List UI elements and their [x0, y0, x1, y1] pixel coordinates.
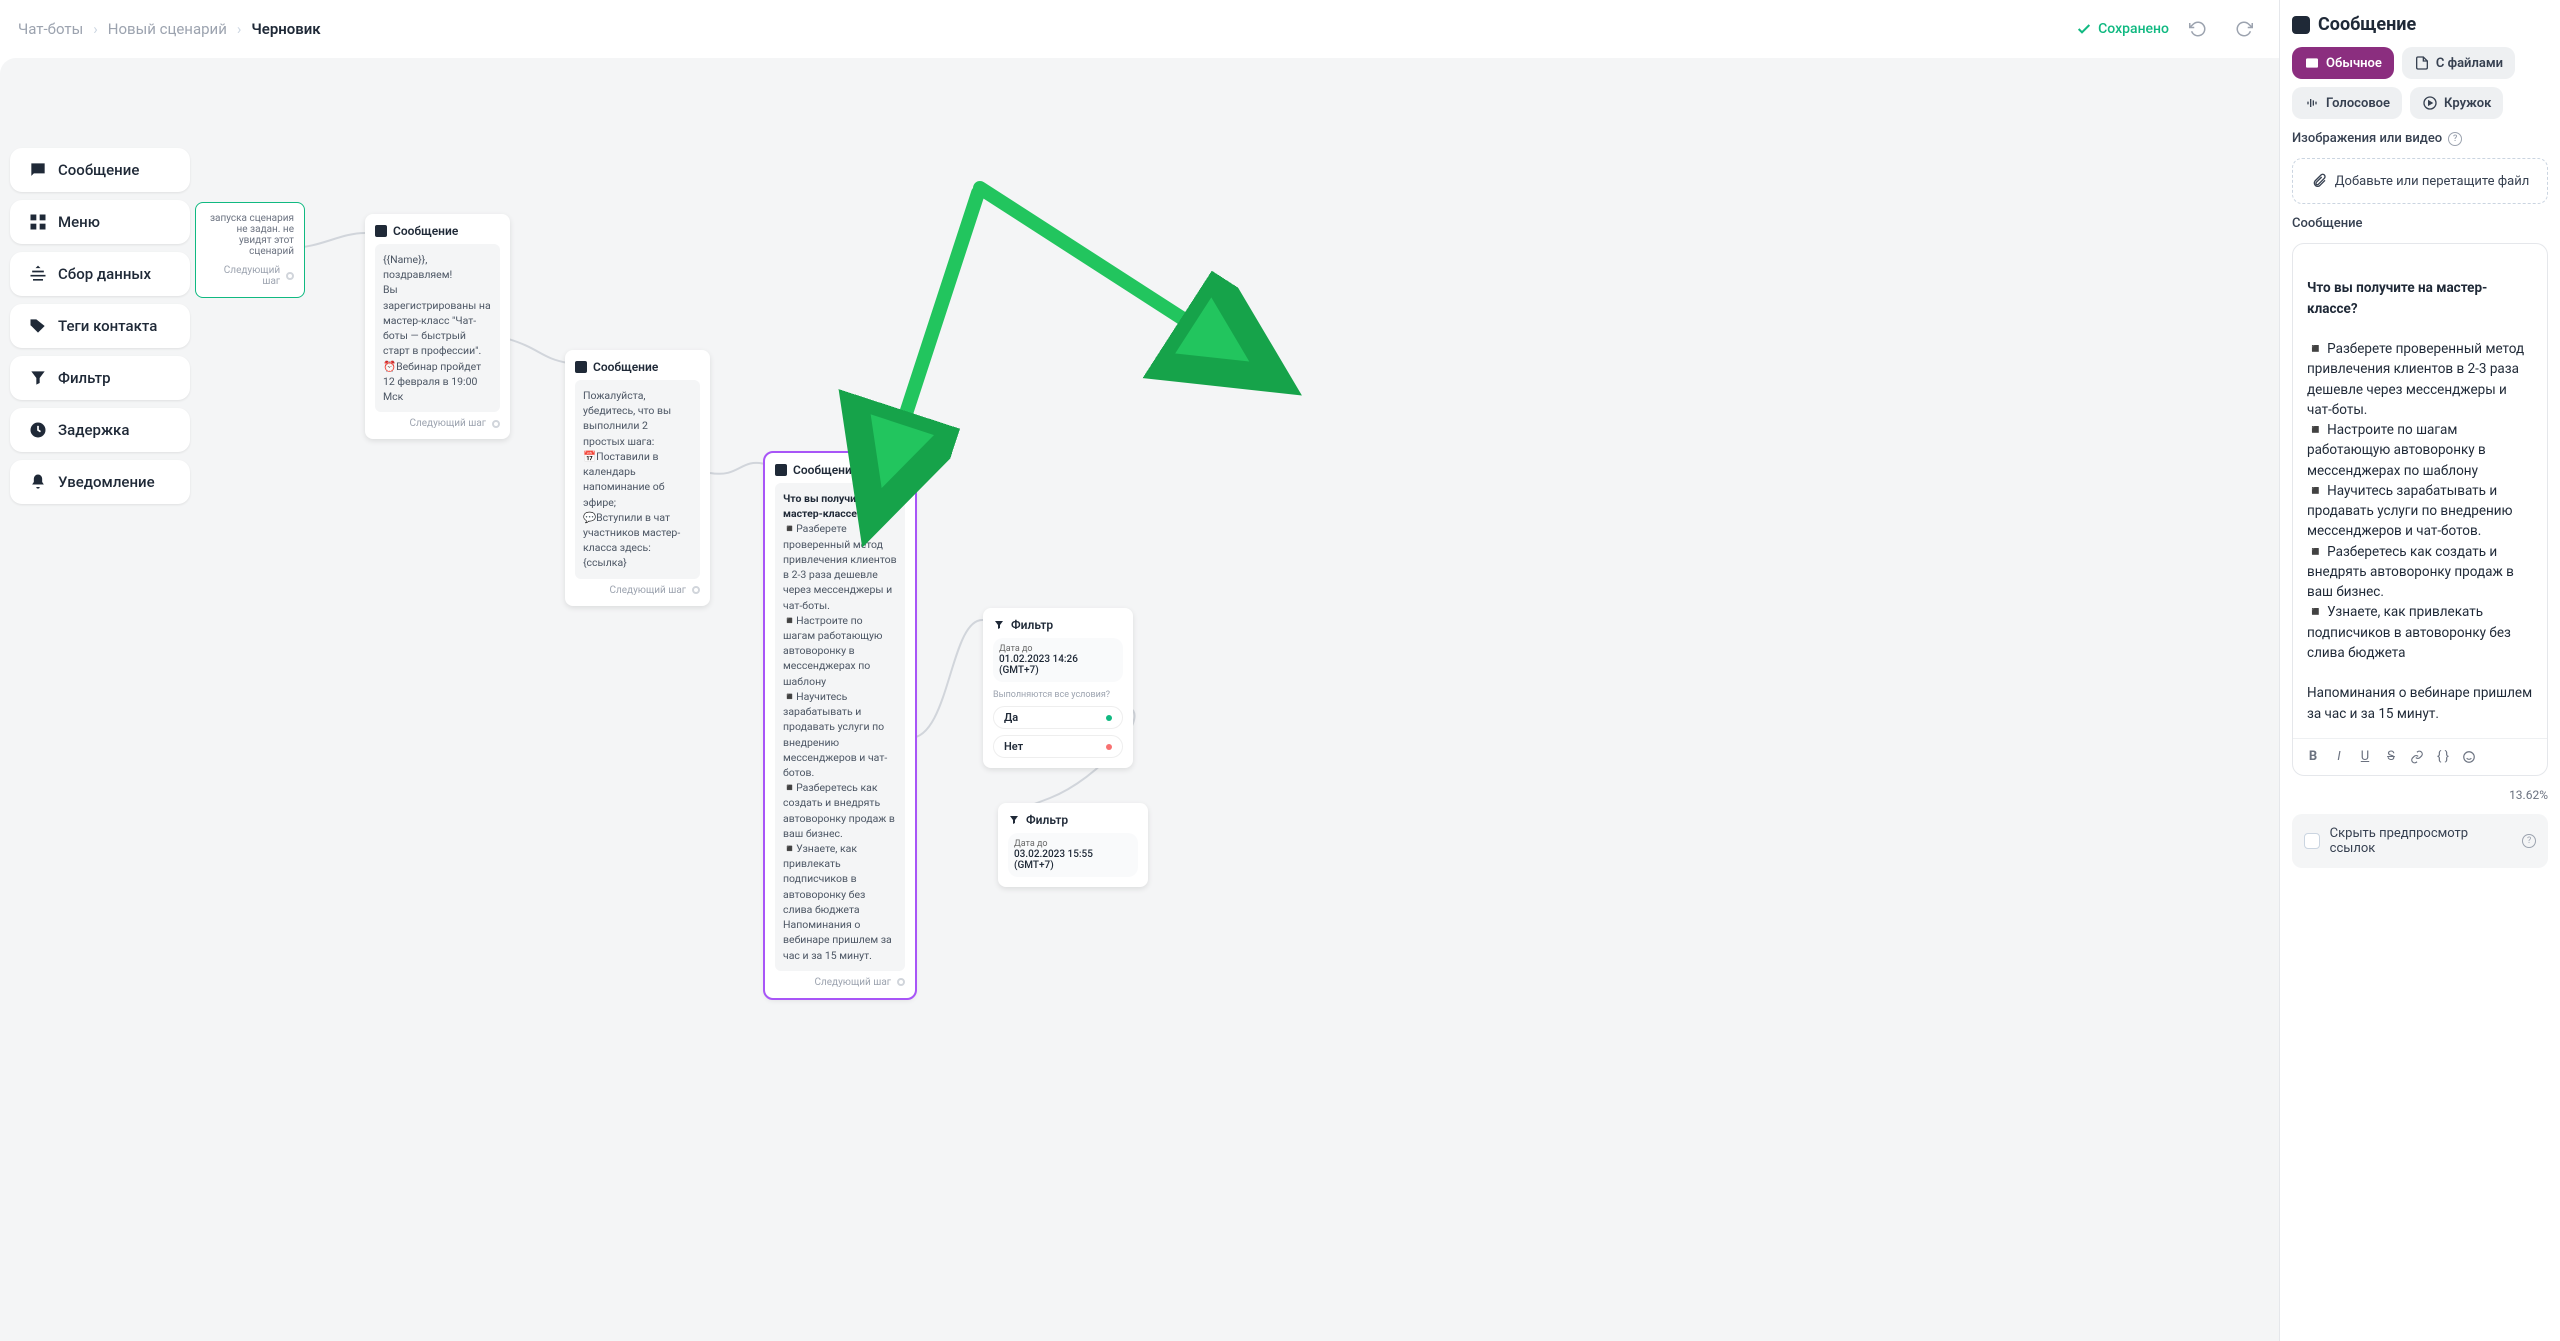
crumb-chatbots[interactable]: Чат-боты — [18, 20, 83, 38]
message-section-label: Сообщение — [2292, 216, 2548, 231]
undo-icon — [2189, 20, 2207, 38]
message-icon — [775, 464, 787, 476]
media-uploader[interactable]: Добавьте или перетащите файл — [2292, 158, 2548, 204]
emoji-button[interactable] — [2457, 745, 2481, 769]
crumb-draft[interactable]: Черновик — [251, 20, 320, 38]
editor-toolbar: B I U S { } — [2293, 738, 2547, 775]
block-tags[interactable]: Теги контакта — [10, 304, 190, 348]
crumb-scenario[interactable]: Новый сценарий — [108, 20, 227, 38]
block-message[interactable]: Сообщение — [10, 148, 190, 192]
block-notify[interactable]: Уведомление — [10, 460, 190, 504]
breadcrumb: Чат-боты › Новый сценарий › Черновик — [18, 20, 321, 38]
redo-icon — [2235, 20, 2253, 38]
collect-icon — [28, 264, 48, 284]
message-icon — [2292, 16, 2310, 34]
info-icon[interactable]: ? — [2522, 834, 2536, 848]
tab-regular[interactable]: Обычное — [2292, 47, 2394, 79]
node-filter-2[interactable]: Фильтр Дата до 03.02.2023 15:55 (GMT+7) — [998, 803, 1148, 887]
filter-icon — [993, 619, 1005, 631]
connections — [0, 58, 2279, 1341]
link-icon — [2410, 750, 2424, 764]
node-message-2[interactable]: Сообщение Пожалуйста, убедитесь, что вы … — [565, 350, 710, 606]
underline-button[interactable]: U — [2353, 745, 2377, 769]
message-type-tabs: Обычное С файлами Голосовое Кружок — [2292, 47, 2548, 119]
hide-preview-row[interactable]: Скрыть предпросмотр ссылок ? — [2292, 814, 2548, 868]
file-icon — [2414, 55, 2430, 71]
editor-content: ◾ Разберете проверенный метод привлечени… — [2307, 341, 2535, 722]
circle-video-icon — [2422, 95, 2438, 111]
message-editor[interactable]: Что вы получите на мастер-классе? ◾ Разб… — [2292, 243, 2548, 776]
saved-status: Сохранено — [2076, 21, 2169, 37]
char-percent: 13.62% — [2292, 788, 2548, 802]
block-collect[interactable]: Сбор данных — [10, 252, 190, 296]
clock-icon — [28, 420, 48, 440]
code-button[interactable]: { } — [2431, 745, 2455, 769]
check-icon — [2076, 21, 2092, 37]
tag-icon — [28, 316, 48, 336]
message-icon — [375, 225, 387, 237]
checkbox[interactable] — [2304, 833, 2320, 849]
redo-button[interactable] — [2227, 12, 2261, 46]
undo-button[interactable] — [2181, 12, 2215, 46]
chevron-right-icon: › — [237, 20, 242, 38]
italic-button[interactable]: I — [2327, 745, 2351, 769]
editor-heading: Что вы получите на мастер-классе? — [2307, 280, 2487, 316]
strike-button[interactable]: S — [2379, 745, 2403, 769]
trigger-text: запуска сценария не задан. не увидят это… — [206, 213, 294, 257]
paperclip-icon — [2311, 173, 2327, 189]
tab-files[interactable]: С файлами — [2402, 47, 2515, 79]
tab-circle[interactable]: Кружок — [2410, 87, 2503, 119]
emoji-icon — [2462, 750, 2476, 764]
trigger-node[interactable]: запуска сценария не задан. не увидят это… — [195, 202, 305, 298]
block-delay[interactable]: Задержка — [10, 408, 190, 452]
menu-icon — [28, 212, 48, 232]
bold-button[interactable]: B — [2301, 745, 2325, 769]
panel-title: Сообщение — [2292, 14, 2548, 35]
image-icon — [2304, 55, 2320, 71]
node-message-1[interactable]: Сообщение {{Name}}, поздравляем! Вы заре… — [365, 214, 510, 439]
canvas[interactable]: запуска сценария не задан. не увидят это… — [0, 58, 2279, 1341]
filter-icon — [28, 368, 48, 388]
message-icon — [575, 361, 587, 373]
annotation-arrows — [0, 58, 2279, 1341]
node-filter-1[interactable]: Фильтр Дата до 01.02.2023 14:26 (GMT+7) … — [983, 608, 1133, 768]
block-filter[interactable]: Фильтр — [10, 356, 190, 400]
hide-preview-label: Скрыть предпросмотр ссылок — [2330, 826, 2513, 856]
block-menu[interactable]: Меню — [10, 200, 190, 244]
audio-icon — [2304, 95, 2320, 111]
bell-icon — [28, 472, 48, 492]
media-section-label: Изображения или видео ? — [2292, 131, 2548, 146]
topbar: Чат-боты › Новый сценарий › Черновик Сох… — [0, 0, 2279, 58]
chevron-right-icon: › — [93, 20, 98, 38]
right-panel: Сообщение Обычное С файлами Голосовое Кр… — [2279, 0, 2560, 1341]
blocks-palette: Сообщение Меню Сбор данных Теги контакта… — [10, 148, 190, 504]
tab-voice[interactable]: Голосовое — [2292, 87, 2402, 119]
filter-icon — [1008, 814, 1020, 826]
link-button[interactable] — [2405, 745, 2429, 769]
node-message-3[interactable]: Сообщение Что вы получите на мастер-клас… — [765, 453, 915, 998]
message-icon — [28, 160, 48, 180]
info-icon[interactable]: ? — [2448, 132, 2462, 146]
